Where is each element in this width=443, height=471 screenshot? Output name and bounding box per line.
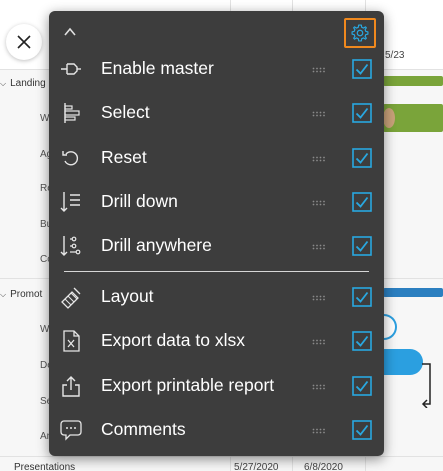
drag-handle-icon[interactable]	[312, 295, 326, 301]
checkbox-checked[interactable]	[352, 236, 372, 256]
row-divider	[0, 456, 443, 457]
drill-down-icon	[60, 192, 80, 212]
timeline-date: 5/23	[385, 50, 405, 61]
menu-item-select[interactable]: Select	[49, 91, 384, 135]
checkbox-checked[interactable]	[352, 148, 372, 168]
checkbox-checked[interactable]	[352, 331, 372, 351]
drag-handle-icon[interactable]	[312, 111, 326, 117]
gantt-bar[interactable]	[383, 314, 397, 340]
checkbox-checked[interactable]	[352, 59, 372, 79]
drag-handle-icon[interactable]	[312, 384, 326, 390]
menu-item-enable-master[interactable]: Enable master	[49, 47, 384, 91]
menu-item-label: Layout	[101, 286, 154, 306]
drag-handle-icon[interactable]	[312, 200, 326, 206]
menu-item-label: Select	[101, 102, 150, 122]
drag-handle-icon[interactable]	[312, 67, 326, 73]
group-row[interactable]: ⌵ Promot	[0, 289, 42, 300]
drag-handle-icon[interactable]	[312, 156, 326, 162]
comment-icon	[60, 420, 82, 441]
group-row[interactable]: Presentations	[14, 462, 75, 471]
menu-item-label: Comments	[101, 419, 186, 439]
chevron-up-icon[interactable]	[63, 25, 77, 39]
checkbox-checked[interactable]	[352, 192, 372, 212]
menu-item-label: Export printable report	[101, 375, 275, 395]
dependency-connector	[421, 363, 431, 408]
avatar	[383, 108, 395, 128]
group-row[interactable]: ⌵ Landing	[0, 78, 46, 89]
menu-item-layout[interactable]: Layout	[49, 275, 384, 319]
pin-icon	[61, 63, 81, 75]
drill-anywhere-icon	[60, 236, 81, 256]
start-date: 5/27/2020	[234, 462, 279, 471]
menu-item-label: Reset	[101, 147, 147, 167]
checkbox-checked[interactable]	[352, 376, 372, 396]
gantt-bar[interactable]	[383, 288, 443, 297]
select-icon	[64, 103, 80, 123]
gear-icon	[351, 24, 369, 42]
menu-item-export-report[interactable]: Export printable report	[49, 364, 384, 408]
checkbox-checked[interactable]	[352, 103, 372, 123]
menu-divider	[64, 271, 369, 272]
group-label: Landing	[10, 78, 46, 89]
drag-handle-icon[interactable]	[312, 339, 326, 345]
excel-icon	[63, 330, 80, 352]
drag-handle-icon[interactable]	[312, 428, 326, 434]
checkbox-checked[interactable]	[352, 420, 372, 440]
interactivity-menu: Enable master Select Reset Drill down Dr…	[49, 11, 384, 456]
menu-item-label: Export data to xlsx	[101, 330, 245, 350]
layout-icon	[61, 287, 81, 309]
settings-button[interactable]	[344, 18, 376, 48]
chevron-down-icon: ⌵	[0, 79, 7, 88]
checkbox-checked[interactable]	[352, 287, 372, 307]
menu-item-drill-anywhere[interactable]: Drill anywhere	[49, 224, 384, 268]
drag-handle-icon[interactable]	[312, 244, 326, 250]
gantt-bar[interactable]	[383, 76, 443, 86]
menu-item-label: Drill anywhere	[101, 235, 212, 255]
close-icon	[17, 35, 31, 49]
menu-item-export-xlsx[interactable]: Export data to xlsx	[49, 319, 384, 363]
chevron-down-icon: ⌵	[0, 290, 7, 299]
close-button[interactable]	[6, 24, 42, 60]
gantt-bar[interactable]	[383, 349, 423, 375]
menu-item-reset[interactable]: Reset	[49, 136, 384, 180]
group-label: Promot	[10, 289, 43, 300]
end-date: 6/8/2020	[304, 462, 343, 471]
reset-icon	[62, 151, 79, 166]
menu-item-comments[interactable]: Comments	[49, 408, 384, 452]
menu-item-drill-down[interactable]: Drill down	[49, 180, 384, 224]
menu-item-label: Drill down	[101, 191, 178, 211]
menu-item-label: Enable master	[101, 58, 214, 78]
share-icon	[62, 376, 80, 397]
